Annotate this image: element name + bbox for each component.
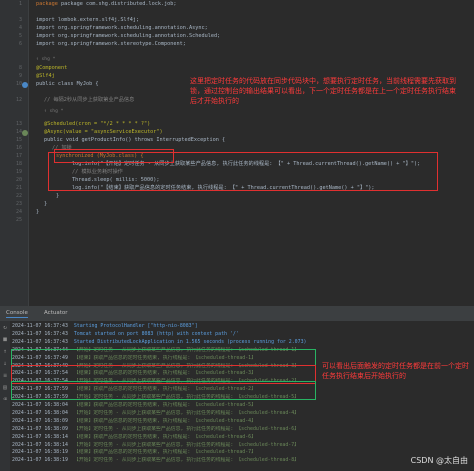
- schedule-icon[interactable]: [22, 130, 28, 136]
- console-annotation-text: 可以看出后面触发的定时任务都是在前一个定时任务执行结束后开始执行的: [322, 362, 469, 380]
- log-line: 2024-11-07 16:38:14 【结束】获取产品信息的定时任务结束, 执…: [12, 434, 474, 442]
- line-number: 20: [15, 177, 22, 183]
- class-declaration: public class MyJob {: [36, 81, 99, 87]
- log-timestamp: 2024-11-07 16:38:04: [12, 402, 68, 408]
- log-timestamp: 2024-11-07 16:38:19: [12, 449, 68, 456]
- console-tab-bar: Console Actuator: [0, 307, 474, 321]
- line-number: 16: [15, 145, 22, 151]
- import-text: import org.springframework.scheduling.an…: [36, 33, 221, 39]
- log-message: 【结束】获取产品信息的定时任务结束, 执行线程是: 【scheduled-thr…: [73, 449, 256, 456]
- line-number: 10: [15, 81, 22, 87]
- log-line: 2024-11-07 16:38:04 【开始】定时任务 - 从同步上获取某些产…: [12, 410, 474, 418]
- import-text: import org.springframework.stereotype.Co…: [36, 41, 186, 47]
- log-line: 2024-11-07 16:38:09 【结束】获取产品信息的定时任务结束, 执…: [12, 418, 474, 426]
- line-number: 3: [18, 17, 22, 23]
- log-line: 2024-11-07 16:37:43 Starting ProtocolHan…: [12, 323, 474, 331]
- code-editor[interactable]: 1 3 4 5 6 8 9 10 12 13 14 15 16 17 18 19…: [0, 0, 474, 306]
- stop-icon[interactable]: ■: [2, 337, 8, 343]
- line-number: 19: [15, 169, 22, 175]
- line-number: 6: [18, 41, 22, 47]
- log-timestamp: 2024-11-07 16:37:43: [12, 338, 68, 345]
- log-line: 2024-11-07 16:38:19 【开始】定时任务 - 从同步上获取某些产…: [12, 457, 474, 465]
- line-number: 25: [15, 217, 22, 223]
- log-line: 2024-11-07 16:38:04 【结束】获取产品信息的定时任务结束, 执…: [12, 402, 474, 410]
- log-timestamp: 2024-11-07 16:37:43: [12, 330, 68, 337]
- log-message: 【开始】定时任务 - 从同步上获取某些产品信息, 执行此任务的线程是: 【sch…: [73, 409, 300, 416]
- rerun-icon[interactable]: ↻: [2, 325, 8, 331]
- editor-annotation-text: 这里把定时任务的代码放在同步代码块中，想要执行定时任务，当前线程需要先获取到锁，…: [190, 77, 456, 105]
- log-message: Started DistributedLockApplication in 1.…: [73, 338, 307, 345]
- package-line: package package com.shg.distributed.lock…: [36, 1, 177, 7]
- line-number: 14: [15, 129, 22, 135]
- log-timestamp: 2024-11-07 16:38:14: [12, 433, 68, 440]
- log-timestamp: 2024-11-07 16:38:19: [12, 457, 68, 464]
- closing-brace: }: [36, 209, 40, 215]
- import-line: import org.springframework.stereotype.Co…: [36, 40, 186, 48]
- import-text: import lombok.extern.slf4j.Slf4j;: [36, 17, 140, 23]
- log-message: 【结束】获取产品信息的定时任务结束, 执行线程是: 【scheduled-thr…: [73, 402, 256, 408]
- line-number: 23: [15, 201, 22, 207]
- line-number: 4: [18, 25, 22, 31]
- closing-brace: }: [56, 193, 60, 199]
- line-number: 12: [15, 97, 22, 103]
- log-line: 2024-11-07 16:38:09 【开始】定时任务 - 从同步上获取某些产…: [12, 426, 474, 434]
- clear-icon[interactable]: ⌫: [2, 397, 8, 403]
- scroll-up-icon[interactable]: ↑: [2, 349, 8, 355]
- scroll-down-icon[interactable]: ↓: [2, 361, 8, 367]
- log-message: 【结束】获取产品信息的定时任务结束, 执行线程是: 【scheduled-thr…: [73, 433, 256, 440]
- log-line: 2024-11-07 16:38:19 【结束】获取产品信息的定时任务结束, 执…: [12, 449, 474, 457]
- log-message: 【结束】获取产品信息的定时任务结束, 执行线程是: 【scheduled-thr…: [73, 417, 256, 424]
- line-number: 21: [15, 185, 22, 191]
- log-message: 【开始】定时任务 - 从同步上获取某些产品信息, 执行此任务的线程是: 【sch…: [73, 457, 300, 464]
- log-highlight-box-3: [11, 381, 316, 400]
- import-line: import org.springframework.scheduling.an…: [36, 24, 208, 32]
- log-message: Starting ProtocolHandler ["http-nio-8083…: [73, 323, 198, 329]
- package-text: package com.shg.distributed.lock.job;: [61, 1, 177, 7]
- line-number: 17: [15, 153, 22, 159]
- line-number: 9: [18, 73, 22, 79]
- log-timestamp: 2024-11-07 16:37:43: [12, 323, 68, 329]
- run-console-panel[interactable]: Console Actuator ↻ ■ ↑ ↓ ≡ ▤ ⌫ 2024-11-0…: [0, 306, 474, 471]
- tab-actuator[interactable]: Actuator: [44, 310, 68, 316]
- line-number: 24: [15, 209, 22, 215]
- log-message: Tomcat started on port 8083 (http) with …: [73, 330, 239, 337]
- log-message: 【开始】定时任务 - 从同步上获取某些产品信息, 执行此任务的线程是: 【sch…: [73, 441, 300, 448]
- usage-hint[interactable]: ↑ shg *: [36, 56, 55, 64]
- log-message: 【开始】定时任务 - 从同步上获取某些产品信息, 执行此任务的线程是: 【sch…: [73, 425, 300, 432]
- log-line: 2024-11-07 16:37:43 Tomcat started on po…: [12, 331, 474, 339]
- synchronized-block-box: [48, 152, 438, 191]
- import-text: import org.springframework.scheduling.an…: [36, 25, 208, 31]
- line-number: 5: [18, 33, 22, 39]
- print-icon[interactable]: ▤: [2, 385, 8, 391]
- line-number: 13: [15, 121, 22, 127]
- line-number-gutter: 1 3 4 5 6 8 9 10 12 13 14 15 16 17 18 19…: [0, 0, 29, 306]
- code-comment: // 每隔2秒从同步上获取第业产品信息: [44, 97, 135, 103]
- component-annotation: @Component: [36, 65, 68, 71]
- line-number: 15: [15, 137, 22, 143]
- console-toolbar: ↻ ■ ↑ ↓ ≡ ▤ ⌫: [0, 321, 10, 471]
- tab-console[interactable]: Console: [6, 310, 28, 318]
- usage-hint[interactable]: ↑ shg *: [44, 108, 63, 116]
- import-line: import lombok.extern.slf4j.Slf4j;: [36, 16, 139, 24]
- log-timestamp: 2024-11-07 16:38:14: [12, 441, 68, 448]
- log-timestamp: 2024-11-07 16:38:04: [12, 409, 68, 416]
- log-line: 2024-11-07 16:37:43 Started DistributedL…: [12, 339, 474, 347]
- watermark: CSDN @太自由: [410, 456, 468, 465]
- method-declaration: public void getProductInfo() throws Inte…: [44, 137, 226, 143]
- log-timestamp: 2024-11-07 16:38:09: [12, 425, 68, 432]
- line-number: 1: [18, 1, 22, 7]
- line-number: 18: [15, 161, 22, 167]
- log-line: 2024-11-07 16:38:14 【开始】定时任务 - 从同步上获取某些产…: [12, 442, 474, 450]
- closing-brace: }: [44, 201, 48, 207]
- line-number: 8: [18, 65, 22, 71]
- slf4j-annotation: @Slf4j: [36, 73, 55, 79]
- log-timestamp: 2024-11-07 16:38:09: [12, 417, 68, 424]
- bean-icon[interactable]: [22, 82, 28, 88]
- soft-wrap-icon[interactable]: ≡: [2, 373, 8, 379]
- async-annotation: @Async(value = "asyncServiceExecutor"): [44, 129, 163, 135]
- import-line: import org.springframework.scheduling.an…: [36, 32, 220, 40]
- line-number: 22: [15, 193, 22, 199]
- scheduled-annotation: @Scheduled(cron = "*/2 * * * * ?"): [44, 121, 151, 127]
